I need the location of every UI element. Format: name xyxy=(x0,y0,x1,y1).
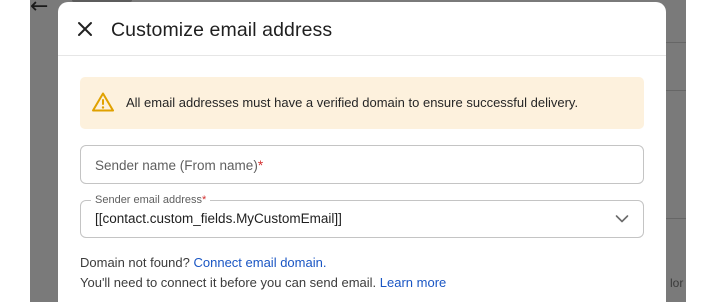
dialog-title: Customize email address xyxy=(111,19,333,41)
sender-name-placeholder: Sender name (From name)* xyxy=(95,158,264,173)
required-mark: * xyxy=(202,194,207,206)
customize-email-dialog: Customize email address All email addres… xyxy=(58,2,666,302)
sender-name-input[interactable]: Sender name (From name)* xyxy=(80,145,644,184)
sender-email-label: Sender email address* xyxy=(91,194,211,206)
connect-requirement-text: You'll need to connect it before you can… xyxy=(80,275,377,290)
connect-email-domain-link[interactable]: Connect email domain. xyxy=(193,255,326,270)
frame-edge-left xyxy=(0,0,30,302)
frame-edge-right xyxy=(686,0,702,302)
sender-email-value: [[contact.custom_fields.MyCustomEmail]] xyxy=(95,211,342,226)
close-icon xyxy=(78,22,92,36)
back-arrow-icon: ← xyxy=(30,0,49,19)
dialog-header: Customize email address xyxy=(58,2,666,56)
background-peek-text: lor xyxy=(670,276,684,290)
required-mark: * xyxy=(257,158,264,173)
connect-help-line: You'll need to connect it before you can… xyxy=(80,275,446,290)
domain-warning-banner: All email addresses must have a verified… xyxy=(80,77,644,129)
warning-triangle-icon xyxy=(92,92,114,112)
chevron-down-icon xyxy=(615,215,629,223)
sender-email-select[interactable]: Sender email address* [[contact.custom_f… xyxy=(80,194,644,238)
learn-more-link[interactable]: Learn more xyxy=(380,275,446,290)
close-button[interactable] xyxy=(72,16,98,42)
warning-text: All email addresses must have a verified… xyxy=(126,95,579,110)
domain-not-found-text: Domain not found? xyxy=(80,255,190,270)
domain-help-line: Domain not found? Connect email domain. xyxy=(80,255,326,270)
